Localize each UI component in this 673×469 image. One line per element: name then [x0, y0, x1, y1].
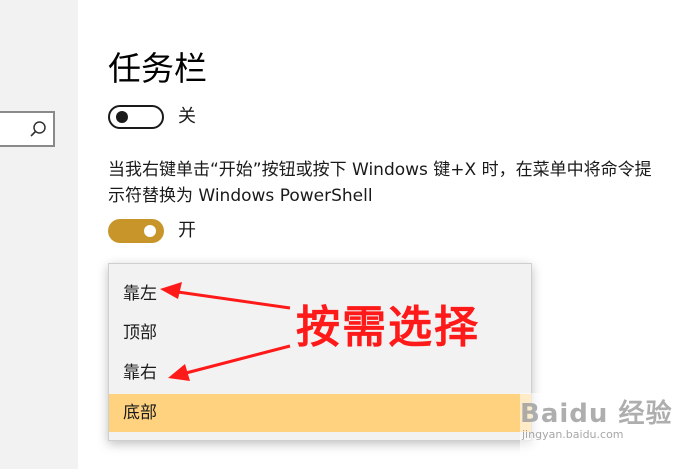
sidebar — [0, 0, 78, 469]
powershell-toggle[interactable] — [108, 219, 164, 243]
search-input[interactable] — [0, 111, 55, 147]
watermark-logo: Baidu 经验 — [520, 399, 673, 429]
toggle-knob — [144, 225, 156, 237]
page-title: 任务栏 — [108, 49, 207, 88]
watermark-url: jingyan.baidu.com — [522, 428, 624, 441]
powershell-toggle-state: 开 — [178, 220, 196, 241]
toggle-knob — [116, 111, 128, 123]
powershell-setting-description: 当我右键单击“开始”按钮或按下 Windows 键+X 时，在菜单中将命令提示符… — [108, 160, 652, 206]
search-icon[interactable] — [29, 120, 47, 138]
annotation-text: 按需选择 — [296, 302, 480, 353]
dropdown-option-bottom[interactable]: 底部 — [109, 394, 531, 432]
lock-taskbar-toggle[interactable] — [108, 105, 164, 129]
dropdown-option-right[interactable]: 靠右 — [109, 354, 531, 392]
lock-toggle-state: 关 — [178, 106, 196, 127]
